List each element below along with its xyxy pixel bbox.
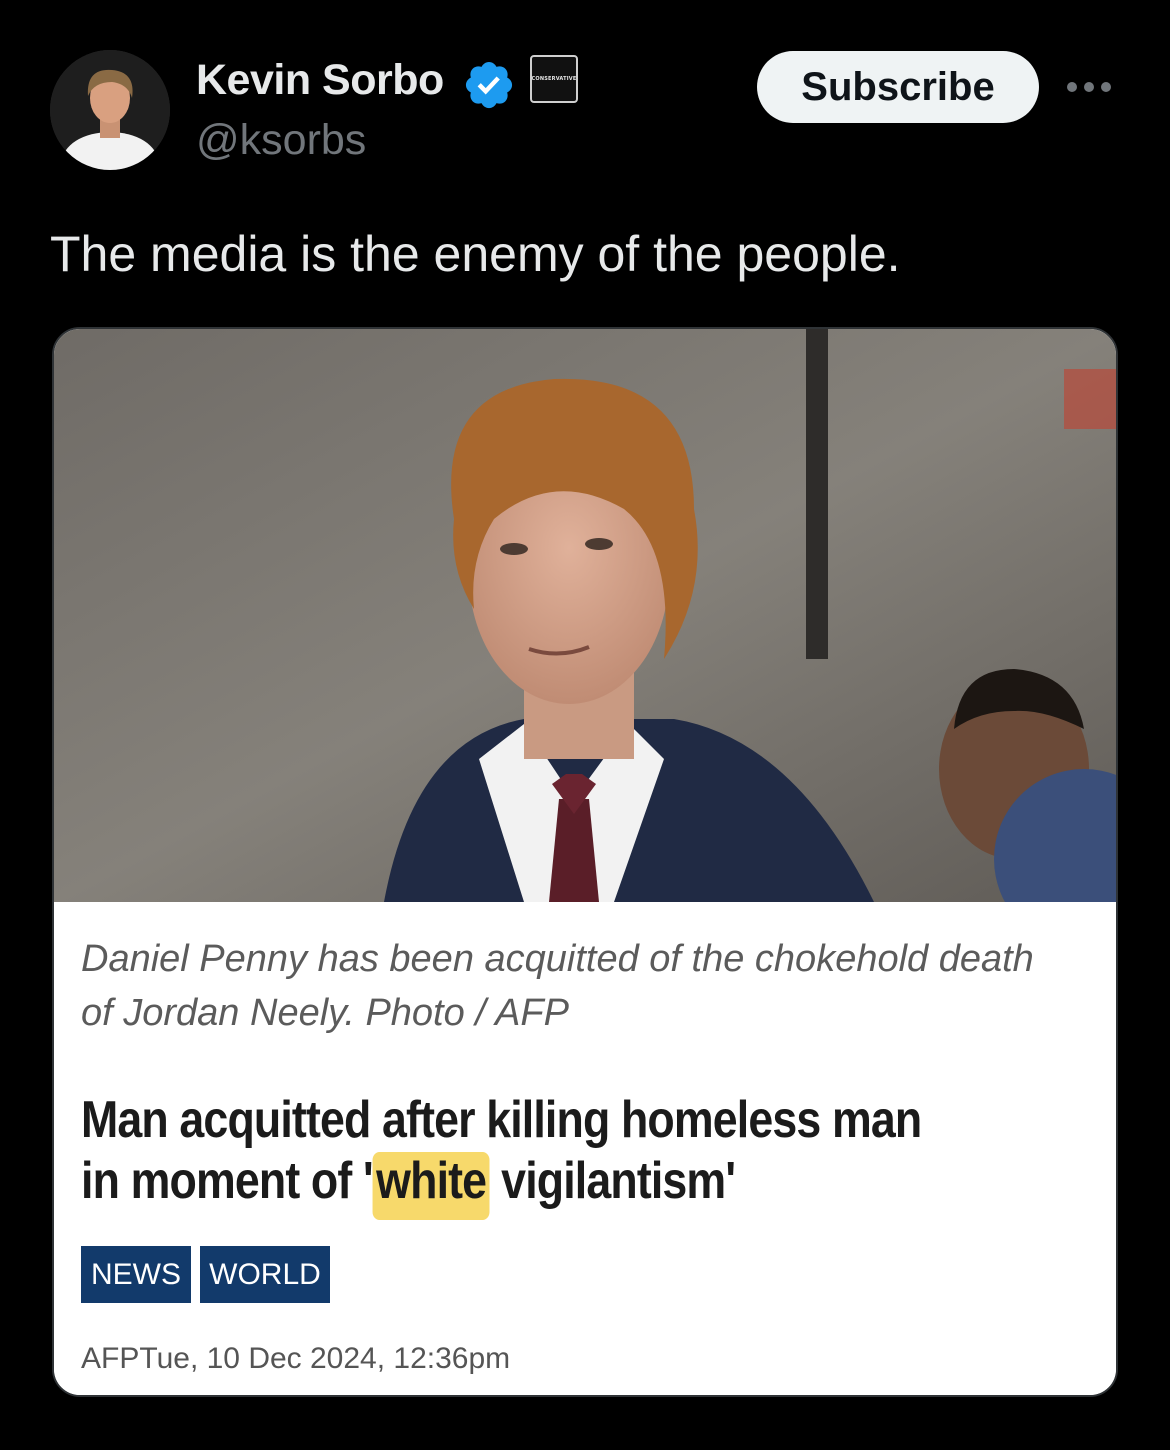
article-date: Tue, 10 Dec 2024, 12:36pm xyxy=(139,1342,511,1375)
author-name[interactable]: Kevin Sorbo xyxy=(196,56,444,105)
caption-line-2: of Jordan Neely. Photo / AFP xyxy=(81,992,569,1034)
affiliate-badge[interactable]: CONSERVATIVE xyxy=(530,55,578,103)
headline-line-1: Man acquitted after killing homeless man xyxy=(81,1091,922,1149)
article-source: AFP xyxy=(81,1342,140,1375)
article-photo xyxy=(54,329,1116,902)
avatar[interactable] xyxy=(50,50,170,170)
media-card[interactable]: Daniel Penny has been acquitted of the c… xyxy=(52,327,1118,1397)
article-preview: Daniel Penny has been acquitted of the c… xyxy=(54,902,1116,1395)
headline-highlight: white xyxy=(372,1152,490,1220)
headline-text-before: in moment of ' xyxy=(81,1152,374,1210)
tag-news[interactable]: NEWS xyxy=(81,1246,191,1303)
subscribe-button[interactable]: Subscribe xyxy=(757,51,1039,123)
avatar-photo xyxy=(50,50,170,170)
verified-badge-icon xyxy=(465,61,513,109)
tweet-text: The media is the enemy of the people. xyxy=(50,226,901,282)
tag-world[interactable]: WORLD xyxy=(200,1246,330,1303)
caption-line-1: Daniel Penny has been acquitted of the c… xyxy=(81,938,1034,980)
headline-text-after: vigilantism' xyxy=(489,1152,736,1210)
article-byline: AFPTue, 10 Dec 2024, 12:36pm xyxy=(81,1342,510,1376)
photo-caption: Daniel Penny has been acquitted of the c… xyxy=(81,932,1081,1040)
tweet-post: Kevin Sorbo CONSERVATIVE @ksorbs Subscri… xyxy=(0,0,1170,1450)
author-handle[interactable]: @ksorbs xyxy=(196,116,366,165)
headline-line-2: in moment of 'white vigilantism' xyxy=(81,1151,1096,1220)
affiliate-badge-text: CONSERVATIVE xyxy=(531,76,577,82)
article-headline: Man acquitted after killing homeless man… xyxy=(81,1090,1096,1220)
more-horizontal-icon[interactable] xyxy=(1062,74,1116,100)
